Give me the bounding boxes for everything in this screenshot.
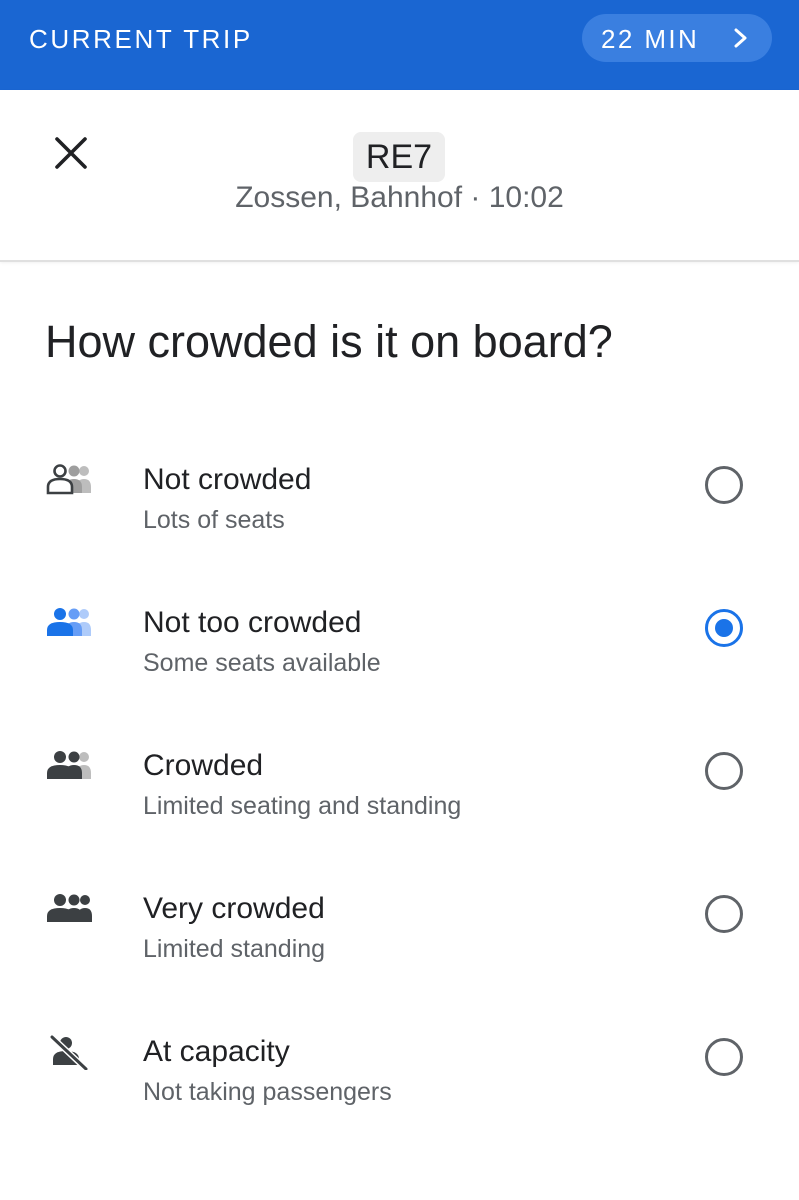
radio-very-crowded[interactable]	[705, 895, 743, 933]
option-subtitle: Lots of seats	[143, 506, 285, 534]
radio-not-too-crowded[interactable]	[705, 609, 743, 647]
option-title: Very crowded	[143, 892, 325, 925]
no-passengers-icon	[49, 1034, 89, 1070]
close-icon[interactable]	[50, 132, 92, 174]
option-title: At capacity	[143, 1035, 290, 1068]
option-not-crowded[interactable]: Not crowded Lots of seats	[0, 462, 799, 582]
crowdedness-screen: CURRENT TRIP 22 MIN RE7 Zossen, Bahnhof …	[0, 0, 799, 1200]
eta-button[interactable]: 22 MIN	[582, 14, 772, 62]
option-not-too-crowded[interactable]: Not too crowded Some seats available	[0, 605, 799, 725]
option-title: Not crowded	[143, 463, 312, 496]
eta-label: 22 MIN	[601, 24, 700, 54]
radio-crowded[interactable]	[705, 752, 743, 790]
trip-header: RE7 Zossen, Bahnhof · 10:02	[0, 90, 799, 262]
radio-not-crowded[interactable]	[705, 466, 743, 504]
radio-at-capacity[interactable]	[705, 1038, 743, 1076]
people-one-icon	[46, 464, 91, 495]
route-subtitle: Zossen, Bahnhof · 10:02	[235, 181, 564, 214]
option-at-capacity[interactable]: At capacity Not taking passengers	[0, 1034, 799, 1154]
people-three-icon	[47, 751, 91, 779]
option-crowded[interactable]: Crowded Limited seating and standing	[0, 748, 799, 868]
people-full-icon	[47, 894, 92, 922]
option-very-crowded[interactable]: Very crowded Limited standing	[0, 891, 799, 1011]
option-title: Not too crowded	[143, 606, 362, 639]
option-subtitle: Not taking passengers	[143, 1078, 392, 1106]
option-title: Crowded	[143, 749, 264, 782]
chevron-right-icon	[734, 28, 747, 48]
page-title: How crowded is it on board?	[45, 316, 613, 367]
option-subtitle: Limited standing	[143, 935, 326, 963]
option-subtitle: Some seats available	[143, 649, 381, 677]
route-badge: RE7	[353, 132, 445, 182]
current-trip-bar[interactable]: CURRENT TRIP 22 MIN	[0, 0, 799, 90]
option-subtitle: Limited seating and standing	[143, 792, 462, 820]
people-two-icon	[47, 608, 91, 636]
current-trip-label: CURRENT TRIP	[29, 24, 253, 54]
